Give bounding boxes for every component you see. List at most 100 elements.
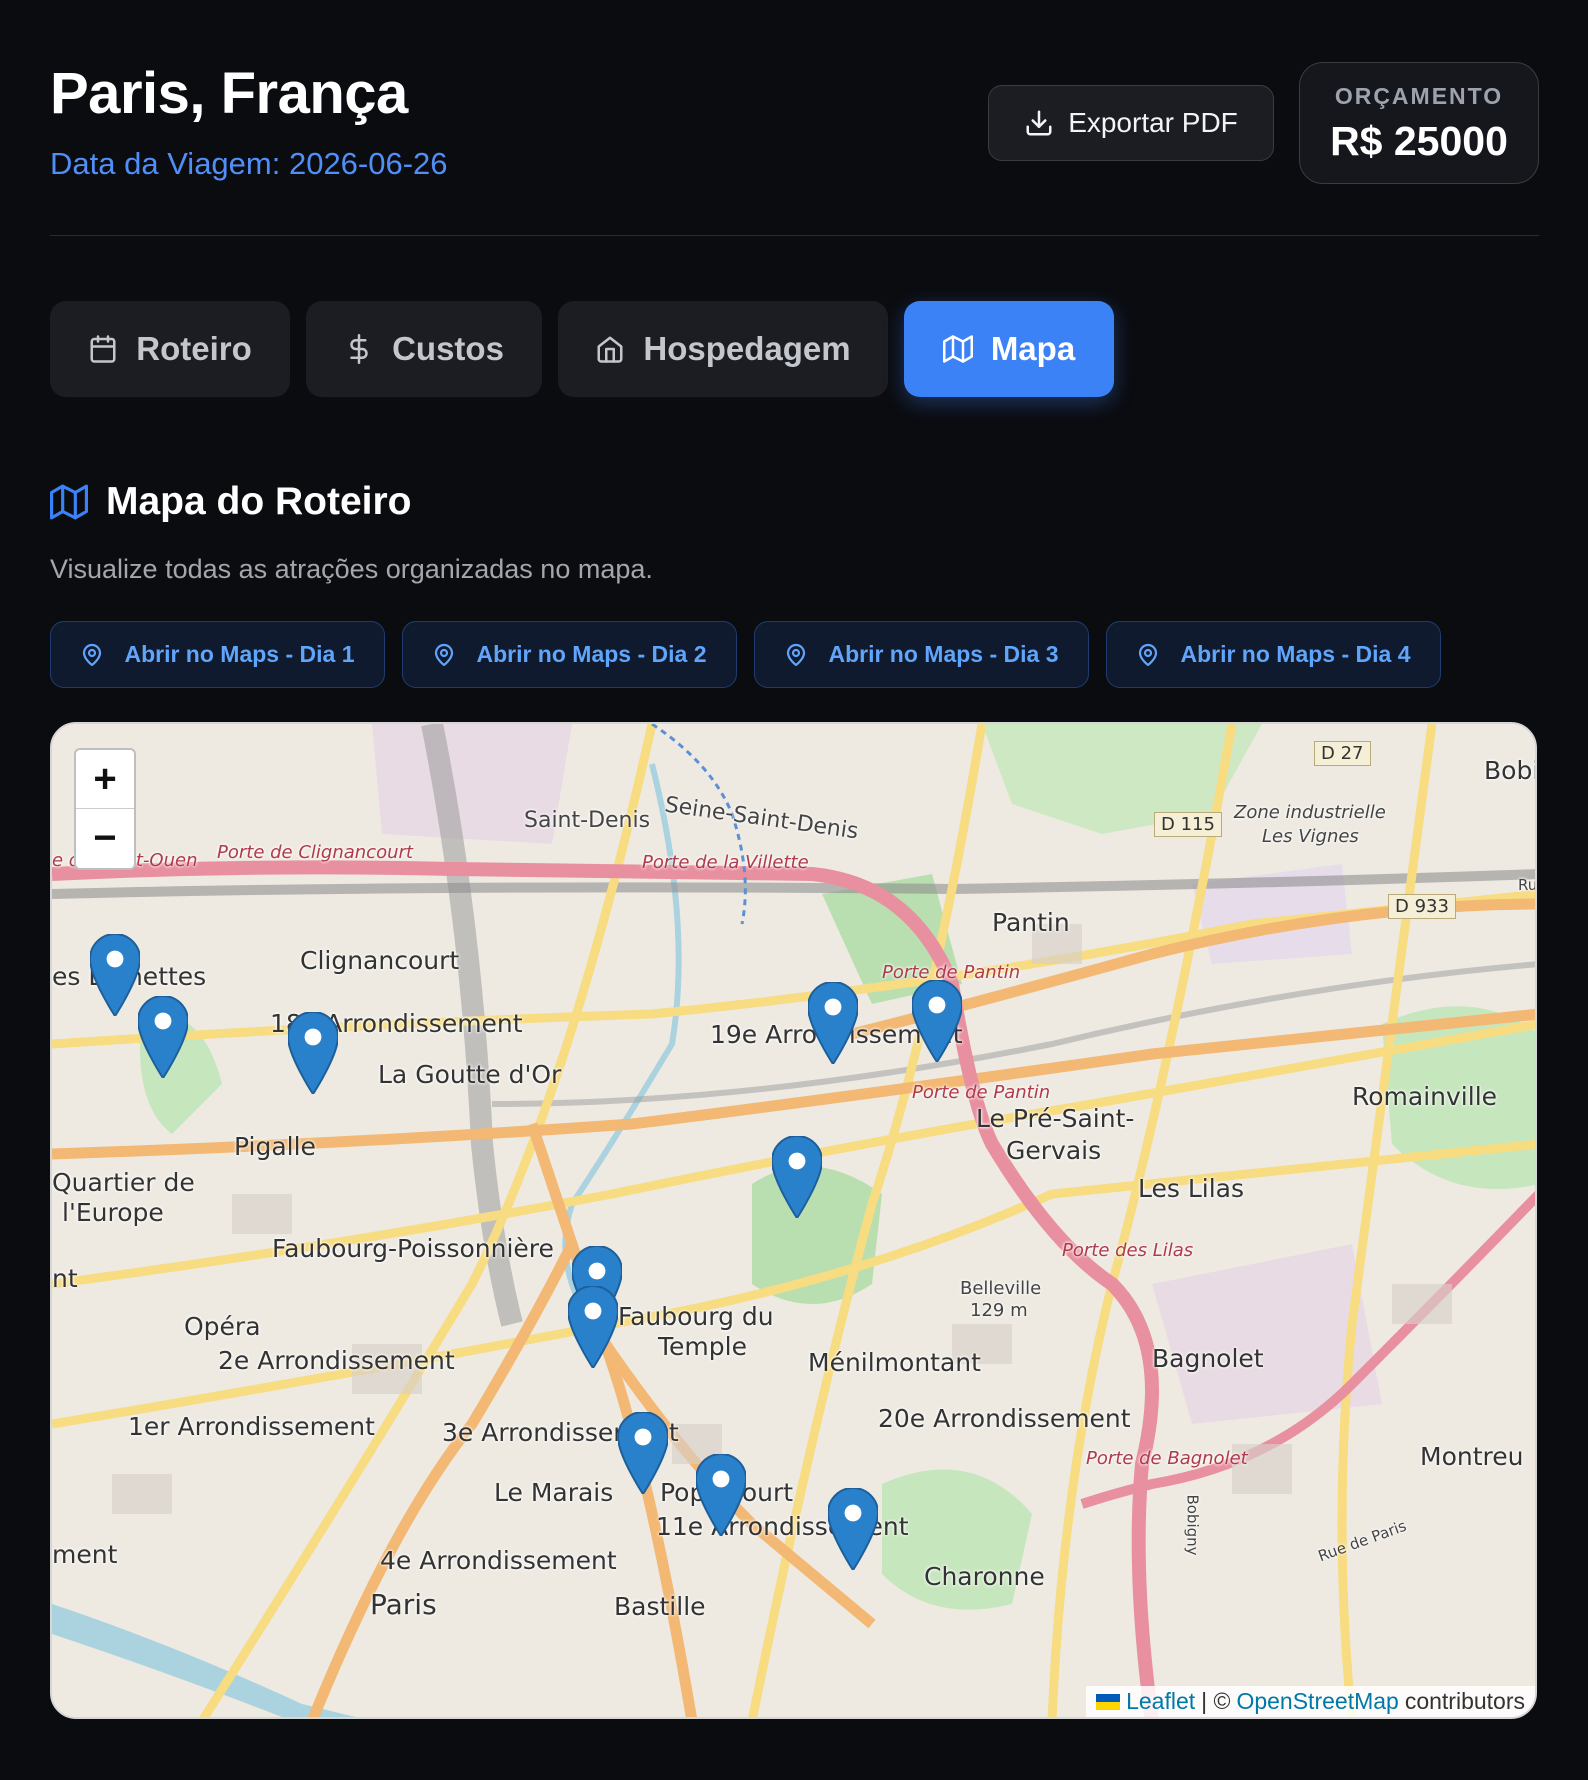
map-pin-icon (435, 643, 454, 666)
section-subtitle: Visualize todas as atrações organizadas … (50, 554, 653, 584)
map-label: Charonne (924, 1562, 1045, 1591)
road-badge: D 933 (1388, 894, 1456, 919)
map-label: l'Europe (62, 1198, 164, 1227)
itinerary-map[interactable]: Saint-Denis Seine-Saint-Denis e de Saint… (50, 722, 1537, 1719)
open-maps-day-1-button[interactable]: Abrir no Maps - Dia 1 (50, 621, 385, 688)
zoom-control: + − (74, 748, 136, 870)
export-pdf-label: Exportar PDF (1068, 107, 1238, 138)
map-label: Faubourg-Poissonnière (272, 1234, 554, 1263)
ukraine-flag-icon (1096, 1693, 1121, 1710)
map-label: Faubourg du (618, 1302, 774, 1331)
map-label: Ru (1518, 876, 1537, 894)
map-label: ment (52, 1540, 118, 1569)
map-label: Porte des Lilas (1062, 1240, 1194, 1261)
open-maps-day-4-label: Abrir no Maps - Dia 4 (1180, 641, 1411, 667)
map-label: Bastille (614, 1592, 706, 1621)
map-label: Porte de la Villette (642, 852, 809, 873)
attraction-marker[interactable] (772, 1136, 822, 1218)
calendar-icon (90, 335, 116, 363)
map-label: Zone industrielle (1234, 802, 1386, 823)
open-maps-day-1-label: Abrir no Maps - Dia 1 (124, 641, 355, 667)
tab-roteiro-label: Roteiro (136, 330, 252, 367)
trip-date: Data da Viagem: 2026-06-26 (50, 146, 448, 181)
budget-value: R$ 25000 (1330, 118, 1508, 164)
map-label: Saint-Denis (524, 808, 651, 833)
openstreetmap-link[interactable]: OpenStreetMap (1236, 1688, 1398, 1715)
attraction-marker[interactable] (90, 934, 140, 1016)
map-label: Temple (658, 1332, 747, 1361)
map-pin-icon (83, 643, 102, 666)
map-label: Bobigny (1183, 1494, 1202, 1556)
trip-header: Paris, França Data da Viagem: 2026-06-26… (50, 0, 1539, 236)
map-label: Quartier de (52, 1168, 195, 1197)
map-label: Romainville (1352, 1082, 1498, 1111)
map-label: Porte de Pantin (912, 1082, 1051, 1103)
page-title: Paris, França (50, 61, 408, 126)
attraction-marker[interactable] (828, 1488, 878, 1570)
road-badge: D 27 (1314, 741, 1371, 766)
map-label: Le Pré-Saint- (976, 1104, 1135, 1133)
tab-roteiro[interactable]: Roteiro (50, 301, 290, 397)
budget-card: ORÇAMENTO R$ 25000 (1299, 62, 1539, 184)
map-icon (942, 335, 973, 363)
map-label: Paris (370, 1588, 437, 1621)
tab-bar: Roteiro Custos Hospedagem Mapa (50, 301, 1114, 397)
attraction-marker[interactable] (912, 980, 962, 1062)
attraction-marker[interactable] (618, 1412, 668, 1494)
open-maps-day-4-button[interactable]: Abrir no Maps - Dia 4 (1106, 621, 1441, 688)
map-label: Montreu (1420, 1442, 1524, 1471)
map-label: Le Marais (494, 1478, 614, 1507)
tab-mapa[interactable]: Mapa (904, 301, 1114, 397)
open-maps-day-2-label: Abrir no Maps - Dia 2 (476, 641, 707, 667)
download-icon (1026, 110, 1052, 136)
map-tiles (52, 724, 1535, 1717)
map-icon (50, 484, 88, 520)
attraction-marker[interactable] (696, 1454, 746, 1536)
open-maps-buttons: Abrir no Maps - Dia 1 Abrir no Maps - Di… (50, 621, 1441, 688)
map-label: Opéra (184, 1312, 261, 1341)
section-title: Mapa do Roteiro (106, 480, 412, 523)
attraction-marker[interactable] (288, 1012, 338, 1094)
map-label: nt (52, 1264, 78, 1293)
map-label: Porte de Bagnolet (1086, 1448, 1248, 1469)
map-label: Les Vignes (1262, 826, 1359, 847)
map-pin-icon (787, 643, 806, 666)
map-label: Clignancourt (300, 946, 460, 975)
open-maps-day-3-button[interactable]: Abrir no Maps - Dia 3 (754, 621, 1089, 688)
map-label: La Goutte d'Or (378, 1060, 562, 1089)
zoom-in-button[interactable]: + (76, 750, 134, 809)
tab-custos[interactable]: Custos (306, 301, 542, 397)
attraction-marker[interactable] (568, 1286, 618, 1368)
budget-label: ORÇAMENTO (1334, 83, 1504, 109)
map-label: 2e Arrondissement (218, 1346, 455, 1375)
dollar-icon (350, 334, 368, 364)
leaflet-link[interactable]: Leaflet (1126, 1688, 1195, 1715)
map-pin-icon (1139, 643, 1158, 666)
tab-custos-label: Custos (392, 330, 504, 367)
tab-hospedagem[interactable]: Hospedagem (558, 301, 888, 397)
map-label: 1er Arrondissement (128, 1412, 375, 1441)
map-label: 129 m (970, 1300, 1028, 1321)
export-pdf-button[interactable]: Exportar PDF (988, 85, 1274, 161)
open-maps-day-3-label: Abrir no Maps - Dia 3 (828, 641, 1059, 667)
attraction-marker[interactable] (808, 982, 858, 1064)
tab-mapa-label: Mapa (990, 330, 1076, 367)
map-label: Pantin (992, 908, 1070, 937)
map-label: Pigalle (234, 1132, 316, 1161)
attribution-separator: | © (1201, 1688, 1231, 1714)
map-label: Les Lilas (1138, 1174, 1245, 1203)
map-label: 20e Arrondissement (878, 1404, 1131, 1433)
section-heading: Mapa do Roteiro (50, 480, 412, 524)
map-label: Belleville (960, 1278, 1042, 1299)
home-icon (597, 336, 623, 363)
tab-hospedagem-label: Hospedagem (643, 330, 851, 367)
trip-page: Paris, França Data da Viagem: 2026-06-26… (50, 0, 1539, 1719)
attribution-suffix: contributors (1404, 1688, 1525, 1714)
map-label: Bagnolet (1152, 1344, 1264, 1373)
attraction-marker[interactable] (138, 996, 188, 1078)
map-label: 4e Arrondissement (380, 1546, 617, 1575)
zoom-out-button[interactable]: − (76, 809, 134, 868)
open-maps-day-2-button[interactable]: Abrir no Maps - Dia 2 (402, 621, 737, 688)
map-label: Porte de Clignancourt (217, 842, 413, 863)
map-label: Ménilmontant (808, 1348, 981, 1377)
